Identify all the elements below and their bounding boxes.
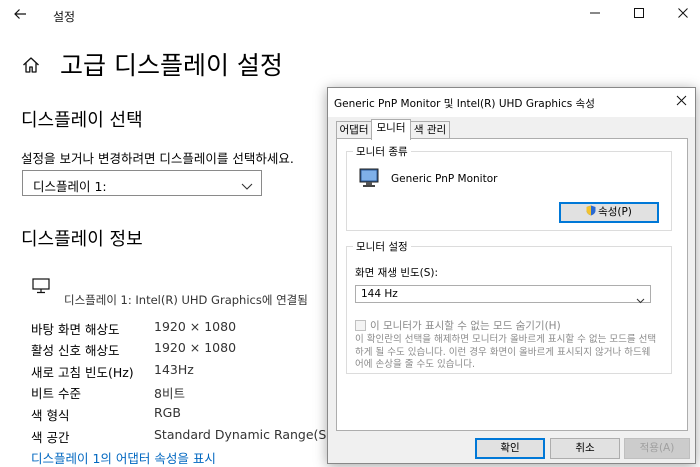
monitor-name: Generic PnP Monitor [391,173,498,185]
close-button[interactable] [668,4,698,26]
page-title: 고급 디스플레이 설정 [60,51,283,80]
monitor-icon [32,278,50,294]
connected-adapter-text: 디스플레이 1: Intel(R) UHD Graphics에 연결됨 [64,293,308,307]
dialog-title: Generic PnP Monitor 및 Intel(R) UHD Graph… [334,98,595,110]
info-value: 1920 × 1080 [154,319,237,334]
select-display-heading: 디스플레이 선택 [21,110,143,131]
monitor-settings-legend: 모니터 설정 [353,239,411,254]
refresh-rate-value: 144 Hz [361,288,398,300]
maximize-button[interactable] [624,4,654,26]
title-bar: 설정 [0,0,700,30]
tab-monitor[interactable]: 모니터 [371,119,411,140]
display-select-dropdown[interactable]: 디스플레이 1: [22,170,262,196]
info-value: RGB [154,405,181,420]
select-display-description: 설정을 보거나 변경하려면 디스플레이를 선택하세요. [21,151,294,166]
monitor-type-group: 모니터 종류 Generic PnP Monitor 속성(P) [346,144,672,231]
properties-button-label: 속성(P) [598,206,632,218]
hide-modes-label: 이 모니터가 표시할 수 없는 모드 숨기기(H) [370,320,561,332]
info-label: 색 형식 [31,408,70,423]
display-select-value: 디스플레이 1: [33,179,107,194]
refresh-rate-label: 화면 재생 빈도(S): [355,267,439,279]
back-arrow-icon[interactable] [10,6,30,24]
info-label: 바탕 화면 해상도 [31,322,120,337]
chevron-down-icon [241,177,253,190]
hide-modes-checkbox[interactable] [355,320,366,331]
tab-color-management[interactable]: 색 관리 [410,121,450,139]
display-info-heading: 디스플레이 정보 [21,229,143,250]
dialog-close-button[interactable] [671,92,691,112]
minimize-button[interactable] [580,4,610,26]
apply-button[interactable]: 적용(A) [624,438,690,459]
monitor-tab-panel: 모니터 종류 Generic PnP Monitor 속성(P) 모니터 설정 … [336,138,688,431]
window-title: 설정 [53,10,76,24]
info-value: Standard Dynamic Range(SDR) [154,427,350,442]
info-value: 1920 × 1080 [154,340,237,355]
chevron-down-icon [636,290,645,304]
properties-dialog: Generic PnP Monitor 및 Intel(R) UHD Graph… [327,87,696,464]
monitor-settings-group: 모니터 설정 화면 재생 빈도(S): 144 Hz 이 모니터가 표시할 수 … [346,239,672,374]
tab-adapter[interactable]: 어댑터 [336,121,372,139]
cancel-button[interactable]: 취소 [550,438,620,459]
monitor-type-legend: 모니터 종류 [353,144,411,159]
refresh-rate-select[interactable]: 144 Hz [355,285,651,304]
hide-modes-warning: 이 확인란의 선택을 해제하면 모니터가 올바르게 표시할 수 없는 모드를 선… [355,334,657,370]
dialog-title-bar: Generic PnP Monitor 및 Intel(R) UHD Graph… [328,88,695,117]
info-value: 143Hz [154,362,194,377]
home-icon[interactable] [21,55,41,75]
info-label: 색 공간 [31,430,70,445]
shield-icon [586,205,596,216]
monitor-properties-button[interactable]: 속성(P) [559,202,659,223]
info-label: 활성 신호 해상도 [31,343,120,358]
ok-button[interactable]: 확인 [475,438,545,459]
info-label: 새로 고침 빈도(Hz) [31,365,134,380]
monitor-device-icon [359,168,379,188]
adapter-properties-link[interactable]: 디스플레이 1의 어댑터 속성을 표시 [31,448,216,467]
info-label: 비트 수준 [31,386,81,401]
info-value: 8비트 [154,386,185,401]
